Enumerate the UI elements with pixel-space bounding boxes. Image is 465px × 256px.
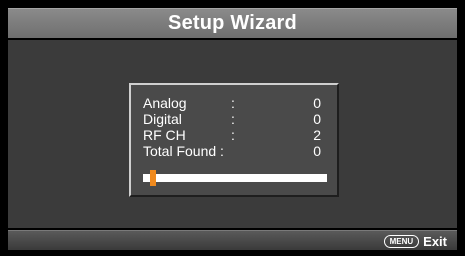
rf-ch-value: 2 <box>313 127 321 143</box>
menu-key-icon: MENU <box>383 234 420 248</box>
digital-label: Digital <box>143 111 182 127</box>
main-content: Analog : 0 Digital : 0 RF CH : 2 Total F… <box>8 40 457 228</box>
total-found-value: 0 <box>313 143 321 159</box>
scan-progress-bar <box>143 170 327 186</box>
row-rf-ch: RF CH : 2 <box>143 127 329 143</box>
page-title: Setup Wizard <box>168 12 297 34</box>
row-digital: Digital : 0 <box>143 111 329 127</box>
exit-label: Exit <box>423 233 447 249</box>
row-analog: Analog : 0 <box>143 95 329 111</box>
digital-colon: : <box>231 111 235 127</box>
digital-value: 0 <box>313 111 321 127</box>
exit-hint[interactable]: MENU Exit <box>383 233 447 249</box>
analog-colon: : <box>231 95 235 111</box>
footer-bar: MENU Exit <box>8 230 457 250</box>
analog-value: 0 <box>313 95 321 111</box>
row-total-found: Total Found : 0 <box>143 143 329 159</box>
rf-ch-colon: : <box>231 127 235 143</box>
title-bar: Setup Wizard <box>8 8 457 38</box>
analog-label: Analog <box>143 95 187 111</box>
rf-ch-label: RF CH <box>143 127 186 143</box>
scan-status-panel: Analog : 0 Digital : 0 RF CH : 2 Total F… <box>129 83 339 197</box>
scan-progress-indicator <box>150 170 156 186</box>
tv-screen: Setup Wizard Analog : 0 Digital : 0 RF C… <box>0 0 465 256</box>
total-found-label: Total Found : <box>143 143 224 159</box>
